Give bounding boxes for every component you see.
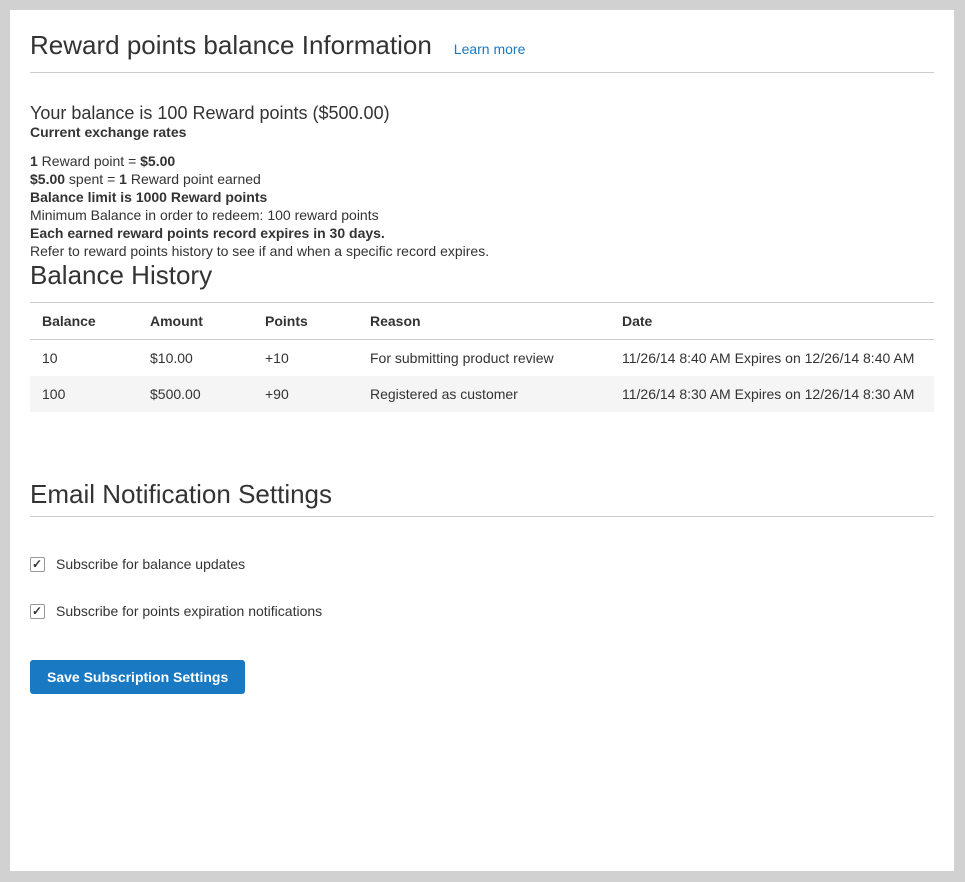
email-settings-heading-row: Email Notification Settings bbox=[30, 479, 934, 517]
expiration-notifications-label: Subscribe for points expiration notifica… bbox=[56, 603, 322, 619]
cell-amount: $10.00 bbox=[140, 340, 255, 377]
table-body: 10 $10.00 +10 For submitting product rev… bbox=[30, 340, 934, 413]
column-header-amount: Amount bbox=[140, 303, 255, 340]
page-title-row: Reward points balance Information Learn … bbox=[30, 10, 934, 73]
rate1-text: Reward point = bbox=[38, 153, 140, 169]
cell-date: 11/26/14 8:30 AM Expires on 12/26/14 8:3… bbox=[612, 376, 934, 412]
rate1-points-value: 1 bbox=[30, 153, 38, 169]
cell-points: +90 bbox=[255, 376, 360, 412]
exchange-rate-lines: 1 Reward point = $5.00 $5.00 spent = 1 R… bbox=[30, 152, 934, 188]
subscribe-balance-updates-option[interactable]: Subscribe for balance updates bbox=[30, 556, 934, 572]
cell-balance: 100 bbox=[30, 376, 140, 412]
balance-limit-text: Balance limit is 1000 Reward points bbox=[30, 188, 934, 206]
column-header-balance: Balance bbox=[30, 303, 140, 340]
cell-reason: For submitting product review bbox=[360, 340, 612, 377]
cell-reason: Registered as customer bbox=[360, 376, 612, 412]
learn-more-link[interactable]: Learn more bbox=[454, 41, 526, 57]
column-header-points: Points bbox=[255, 303, 360, 340]
reward-info-block: Current exchange rates 1 Reward point = … bbox=[30, 123, 934, 260]
balance-updates-label: Subscribe for balance updates bbox=[56, 556, 245, 572]
rate2-amount-value: $5.00 bbox=[30, 171, 65, 187]
balance-history-heading: Balance History bbox=[30, 260, 934, 290]
rate1-amount-value: $5.00 bbox=[140, 153, 175, 169]
cell-amount: $500.00 bbox=[140, 376, 255, 412]
reward-points-panel: Reward points balance Information Learn … bbox=[10, 10, 954, 871]
rate2-points-value: 1 bbox=[119, 171, 127, 187]
balance-history-table: Balance Amount Points Reason Date 10 $10… bbox=[30, 302, 934, 412]
table-header-row: Balance Amount Points Reason Date bbox=[30, 303, 934, 340]
minimum-balance-text: Minimum Balance in order to redeem: 100 … bbox=[30, 206, 934, 224]
expiry-note-text: Refer to reward points history to see if… bbox=[30, 242, 934, 260]
cell-points: +10 bbox=[255, 340, 360, 377]
cell-date: 11/26/14 8:40 AM Expires on 12/26/14 8:4… bbox=[612, 340, 934, 377]
table-row: 100 $500.00 +90 Registered as customer 1… bbox=[30, 376, 934, 412]
rate2-text: spent = bbox=[65, 171, 119, 187]
exchange-rate-line-1: 1 Reward point = $5.00 bbox=[30, 152, 934, 170]
actions-row: Save Subscription Settings bbox=[30, 619, 934, 694]
balance-updates-checkbox[interactable] bbox=[30, 557, 45, 572]
exchange-rate-line-2: $5.00 spent = 1 Reward point earned bbox=[30, 170, 934, 188]
balance-summary: Your balance is 100 Reward points ($500.… bbox=[30, 103, 934, 123]
table-row: 10 $10.00 +10 For submitting product rev… bbox=[30, 340, 934, 377]
table-header: Balance Amount Points Reason Date bbox=[30, 303, 934, 340]
save-subscription-settings-button[interactable]: Save Subscription Settings bbox=[30, 660, 245, 694]
expiration-notifications-checkbox[interactable] bbox=[30, 604, 45, 619]
cell-balance: 10 bbox=[30, 340, 140, 377]
column-header-reason: Reason bbox=[360, 303, 612, 340]
column-header-date: Date bbox=[612, 303, 934, 340]
page-title: Reward points balance Information bbox=[30, 32, 432, 59]
email-settings-heading: Email Notification Settings bbox=[30, 479, 934, 509]
rate2-text-2: Reward point earned bbox=[127, 171, 261, 187]
subscribe-expiration-notifications-option[interactable]: Subscribe for points expiration notifica… bbox=[30, 603, 934, 619]
exchange-rates-heading: Current exchange rates bbox=[30, 123, 934, 141]
expiry-rule-text: Each earned reward points record expires… bbox=[30, 224, 934, 242]
